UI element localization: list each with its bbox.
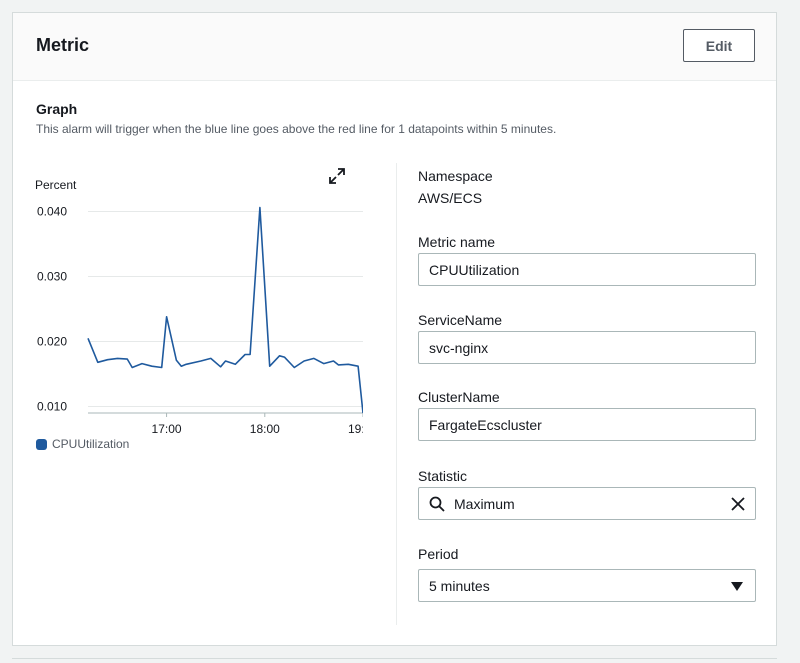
y-tick-label: 0.040: [37, 205, 67, 219]
chart-legend[interactable]: CPUUtilization: [36, 437, 129, 451]
y-tick-label: 0.020: [37, 335, 67, 349]
y-tick-label: 0.030: [37, 270, 67, 284]
y-tick-label: 0.010: [37, 400, 67, 414]
service-name-field[interactable]: [418, 331, 756, 364]
graph-description: This alarm will trigger when the blue li…: [36, 122, 557, 136]
metric-chart: Percent 0.040 0.030 0.020 0.010 17:00 18:00 19:…: [35, 178, 363, 436]
legend-label: CPUUtilization: [52, 437, 130, 451]
y-axis-label: Percent: [35, 178, 77, 192]
close-icon[interactable]: [729, 495, 747, 513]
cluster-name-field[interactable]: [418, 408, 756, 441]
metric-name-label: Metric name: [418, 234, 496, 250]
statistic-value: Maximum: [454, 496, 515, 512]
bottom-divider: [12, 658, 777, 659]
search-icon: [429, 496, 445, 512]
statistic-label: Statistic: [418, 468, 468, 484]
namespace-label: Namespace: [418, 168, 493, 184]
caret-down-icon: [731, 582, 743, 591]
x-tick-label: 17:00: [152, 422, 182, 436]
period-select[interactable]: 5 minutes: [418, 569, 756, 602]
period-label: Period: [418, 546, 459, 562]
x-tick-label: 18:00: [250, 422, 280, 436]
legend-swatch: [36, 438, 47, 450]
cluster-name-label: ClusterName: [418, 389, 500, 405]
column-divider: [396, 163, 397, 625]
graph-title: Graph: [36, 101, 78, 117]
panel-header: Metric Edit: [13, 13, 776, 81]
x-tick-label: 19:00: [348, 422, 363, 436]
expand-icon[interactable]: [328, 167, 346, 185]
metric-panel: Metric Edit Graph This alarm will trigge…: [12, 12, 777, 646]
service-name-label: ServiceName: [418, 312, 503, 328]
panel-title: Metric: [36, 35, 90, 55]
series-line-cpuutilization: [87, 206, 363, 414]
edit-button[interactable]: Edit: [683, 29, 755, 62]
statistic-select[interactable]: Maximum: [418, 487, 756, 520]
metric-name-field[interactable]: [418, 253, 756, 286]
period-value: 5 minutes: [429, 578, 490, 594]
namespace-value: AWS/ECS: [418, 190, 483, 206]
